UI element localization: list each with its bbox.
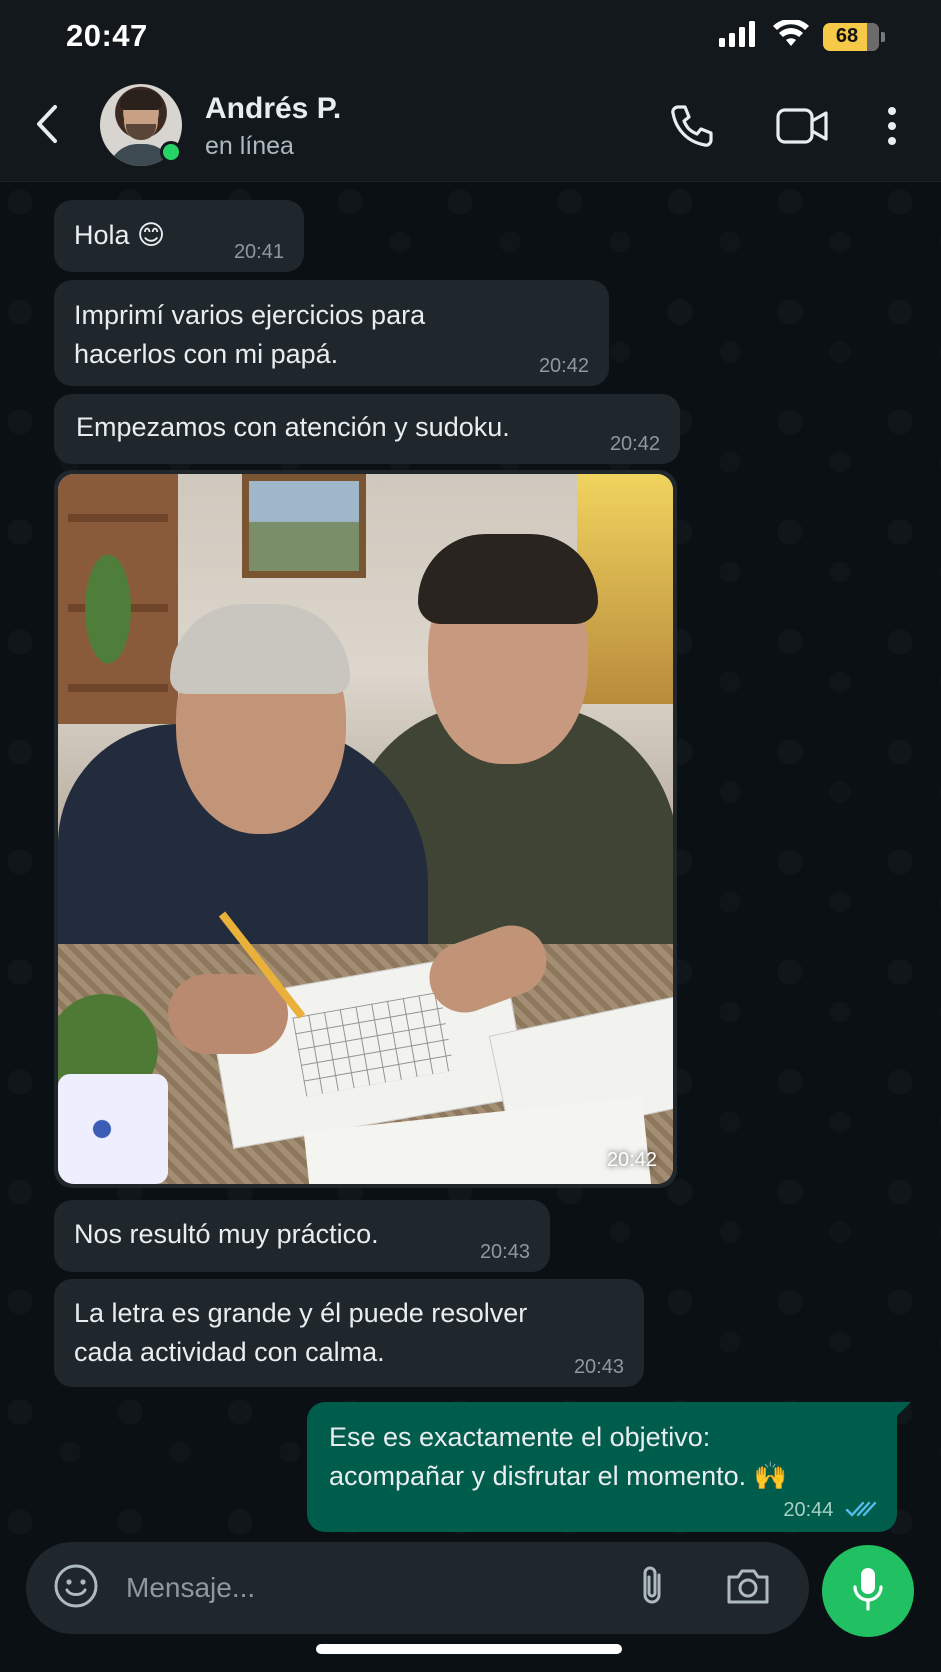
contact-status: en línea <box>205 132 294 160</box>
attach-button[interactable] <box>626 1562 678 1614</box>
message-time: 20:41 <box>233 241 284 263</box>
message-time: 20:43 <box>479 1241 530 1263</box>
message-bubble[interactable]: La letra es grande y él puede resolver c… <box>54 1279 644 1387</box>
back-button[interactable] <box>26 102 68 150</box>
message-text: La letra es grande y él puede resolver c… <box>74 1298 528 1367</box>
status-bar: 20:47 68 <box>0 0 941 80</box>
battery-icon: 68 <box>823 22 879 51</box>
photo-message[interactable]: 20:42 <box>54 470 677 1188</box>
status-icons: 68 <box>719 18 885 53</box>
chat-header: Andrés P. en línea <box>0 80 941 182</box>
camera-icon <box>725 1566 771 1611</box>
message-text: Nos resultó muy práctico. <box>74 1219 379 1249</box>
signal-icon <box>719 21 759 52</box>
message-text: Hola 😊 <box>74 220 166 250</box>
message-time: 20:43 <box>573 1356 624 1378</box>
attach-icon <box>637 1563 667 1614</box>
message-time: 20:42 <box>606 1149 657 1171</box>
wifi-icon <box>773 18 809 53</box>
message-bubble[interactable]: Nos resultó muy práctico. 20:43 <box>54 1200 550 1272</box>
more-options-button[interactable] <box>864 100 920 156</box>
back-icon <box>35 104 59 149</box>
more-icon <box>887 106 897 151</box>
camera-button[interactable] <box>720 1562 776 1614</box>
message-bubble[interactable]: Empezamos con atención y sudoku. 20:42 <box>54 394 680 464</box>
message-time: 20:42 <box>538 355 589 377</box>
battery-tip <box>881 31 885 42</box>
message-time: 20:42 <box>609 433 660 455</box>
voice-call-button[interactable] <box>664 100 720 156</box>
emoji-icon <box>53 1563 99 1614</box>
emoji-button[interactable] <box>50 1562 102 1614</box>
video-icon <box>776 106 828 151</box>
message-text: Ese es exactamente el objetivo: acompaña… <box>329 1422 788 1491</box>
message-input[interactable] <box>126 1562 566 1614</box>
status-time: 20:47 <box>66 18 148 53</box>
composer <box>26 1542 809 1634</box>
mic-icon <box>850 1565 886 1618</box>
message-text: Empezamos con atención y sudoku. <box>76 412 510 442</box>
shared-photo[interactable]: 20:42 <box>58 474 673 1184</box>
message-time-block: 20:44 <box>783 1500 877 1522</box>
message-time: 20:44 <box>783 1499 834 1521</box>
bubble-tail <box>895 1402 911 1418</box>
online-indicator <box>160 141 182 163</box>
home-indicator[interactable] <box>316 1644 622 1654</box>
phone-icon <box>668 102 716 155</box>
message-text: Imprimí varios ejercicios para hacerlos … <box>74 300 426 369</box>
chat-area[interactable]: Hola 😊 20:41 Imprimí varios ejercicios p… <box>0 182 941 1542</box>
contact-name[interactable]: Andrés P. <box>205 92 341 126</box>
message-bubble-outgoing[interactable]: Ese es exactamente el objetivo: acompaña… <box>307 1402 911 1532</box>
message-bubble[interactable]: Imprimí varios ejercicios para hacerlos … <box>54 280 609 386</box>
read-receipt-icon <box>845 1500 877 1522</box>
voice-message-button[interactable] <box>822 1545 914 1637</box>
battery-level: 68 <box>835 25 859 47</box>
video-call-button[interactable] <box>774 100 830 156</box>
message-bubble[interactable]: Hola 😊 20:41 <box>54 200 304 272</box>
